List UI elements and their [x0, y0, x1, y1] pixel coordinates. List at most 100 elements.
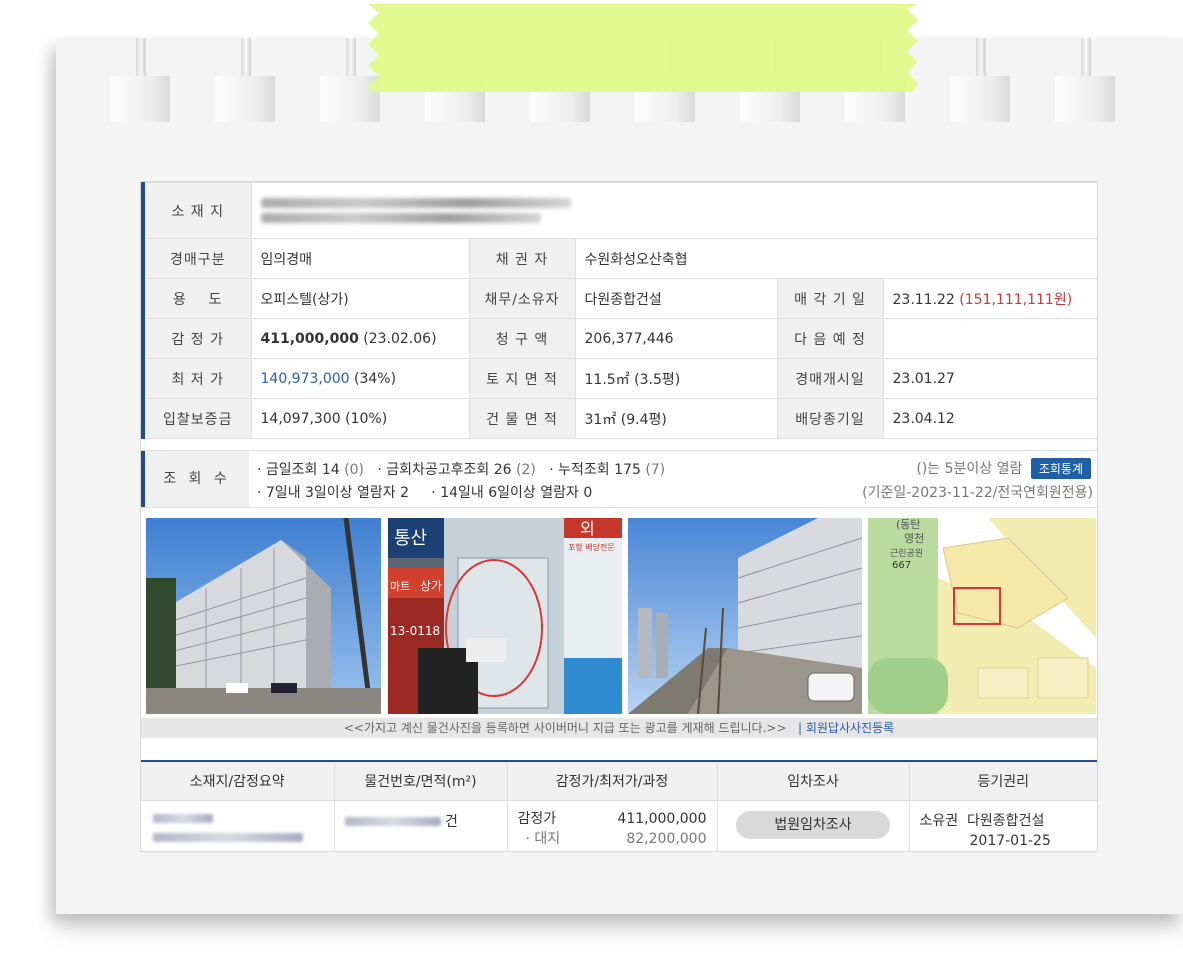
binder-ring — [320, 38, 380, 122]
price-process: 감정가 411,000,000 · 대지 82,200,000 — [507, 800, 718, 851]
next-schedule-label: 다 음 예 정 — [776, 318, 884, 359]
total-views-label: · 누적조회 — [549, 462, 610, 478]
views-label: 조 회 수 — [141, 451, 249, 507]
today-views-count: 14 — [321, 462, 340, 478]
sale-date: 23.11.22 — [892, 291, 955, 308]
sale-date-value: 23.11.22 (151,111,111원) — [882, 278, 1097, 319]
photo-building-front[interactable] — [146, 518, 381, 714]
register-photo-link[interactable]: | 회원답사사진등록 — [798, 721, 894, 735]
creditor-value: 수원화성오산축협 — [574, 238, 1097, 279]
photo-storefront[interactable]: 통산 상가 마트 13-0118 외 포항 배당전문 — [388, 518, 622, 714]
col-header-rights: 등기권리 — [909, 760, 1097, 801]
claim-value: 206,377,446 — [574, 318, 778, 359]
photo-notice-text: <<가지고 계신 물건사진을 등록하면 사이버머니 지급 또는 광고를 게재해 … — [343, 721, 787, 735]
deposit-value: 14,097,300 (10%) — [250, 398, 470, 439]
after-notice-views-sub: (2) — [516, 462, 536, 478]
min-price-ratio: (34%) — [354, 370, 397, 387]
min-price-value: 140,973,000 (34%) — [250, 358, 470, 399]
right-date: 2017-01-25 — [969, 833, 1051, 849]
building-area-label: 건 물 면 적 — [468, 398, 576, 439]
binder-ring — [950, 38, 1010, 122]
storefront-sign-3: 마트 — [390, 580, 410, 593]
sale-date-label: 매 각 기 일 — [776, 278, 884, 319]
views-note: ()는 5분이상 열람 — [916, 461, 1023, 477]
views-line-2: · 7일내 3일이상 열람자 2 · 14일내 6일이상 열람자 0 — [257, 482, 592, 502]
storefront-sign-1: 통산 — [394, 528, 427, 549]
start-date-label: 경매개시일 — [776, 358, 884, 399]
debtor-owner-value: 다원종합건설 — [574, 278, 778, 319]
claim-label: 청 구 액 — [468, 318, 576, 359]
lease-survey: 법원임차조사 — [717, 800, 910, 851]
map-label-1: (동탄 — [896, 518, 921, 531]
appraisal-amount: 411,000,000 — [260, 330, 359, 347]
today-views-sub: (0) — [344, 462, 364, 478]
location-value — [250, 182, 1097, 239]
col-header-location: 소재지/감정요약 — [141, 760, 335, 801]
masking-tape — [368, 4, 918, 92]
land-area-value: 11.5㎡ (3.5평) — [574, 358, 778, 399]
map-label-2: 영천 — [904, 531, 924, 545]
auction-type-value: 임의경매 — [250, 238, 470, 279]
appraisal-date: (23.02.06) — [363, 330, 437, 347]
location-summary — [141, 800, 335, 851]
photo-register-notice: <<가지고 계신 물건사진을 등록하면 사이버머니 지급 또는 광고를 게재해 … — [141, 718, 1097, 738]
item-number-area: 건 — [334, 800, 508, 851]
after-notice-views-label: · 금회차공고후조회 — [377, 462, 490, 478]
registry-rights: 소유권 다원종합건설 2017-01-25 — [909, 801, 1097, 852]
list-land-label: · 대지 — [525, 831, 561, 847]
views-line-1: · 금일조회 14 (0) · 금회차공고후조회 26 (2) · 누적조회 1… — [257, 459, 665, 479]
item-suffix: 건 — [444, 814, 458, 830]
min-price-label: 최 저 가 — [141, 358, 252, 399]
week-viewers-count: 2 — [400, 485, 410, 501]
min-price-amount: 140,973,000 — [260, 370, 350, 387]
property-info-table: 소 재 지 경매구분 임의경매 채 권 자 수원화성오산축협 용 도 오피스텔(… — [141, 182, 1097, 439]
sale-price: (151,111,111원) — [959, 291, 1073, 308]
col-header-lease: 임차조사 — [717, 760, 910, 801]
storefront-sign-6: 포항 배당전문 — [568, 542, 615, 552]
dividend-date-value: 23.04.12 — [882, 398, 1097, 439]
deposit-label: 입찰보증금 — [141, 398, 252, 439]
land-area-label: 토 지 면 적 — [468, 358, 576, 399]
views-basis: (기준일-2023-11-22/전국연회원전용) — [862, 485, 1093, 501]
building-area-value: 31㎡ (9.4평) — [574, 398, 778, 439]
property-photos: 통산 상가 마트 13-0118 외 포항 배당전문 (동탄 영천 근린공원 6… — [146, 518, 1096, 714]
list-appraisal-value: 411,000,000 — [617, 811, 707, 827]
court-lease-survey-button[interactable]: 법원임차조사 — [736, 811, 890, 839]
usage-label: 용 도 — [141, 278, 252, 319]
table-row: 건 감정가 411,000,000 · 대지 82,200,000 법원임차조사… — [141, 800, 1097, 852]
storefront-sign-2: 상가 — [420, 579, 442, 593]
creditor-label: 채 권 자 — [468, 238, 576, 279]
next-schedule-value — [882, 318, 1097, 359]
views-note-row: ()는 5분이상 열람 조회통계 — [916, 458, 1091, 479]
start-date-value: 23.01.27 — [882, 358, 1097, 399]
twoweek-viewers-label: · 14일내 6일이상 열람자 — [431, 485, 579, 501]
usage-value: 오피스텔(상가) — [250, 278, 470, 319]
view-stats-button[interactable]: 조회통계 — [1030, 458, 1091, 479]
photo-location-map[interactable]: (동탄 영천 근린공원 667 — [868, 518, 1096, 714]
storefront-sign-4: 13-0118 — [390, 624, 440, 638]
total-views-sub: (7) — [645, 462, 666, 478]
map-label-3: 근린공원 — [890, 548, 923, 559]
list-appraisal-label: 감정가 — [517, 811, 557, 827]
location-label: 소 재 지 — [141, 182, 252, 239]
dividend-date-label: 배당종기일 — [776, 398, 884, 439]
twoweek-viewers-count: 0 — [583, 485, 593, 501]
binder-ring — [1055, 38, 1115, 122]
binder-ring — [110, 38, 170, 122]
photo-street-view[interactable] — [628, 518, 862, 714]
debtor-owner-label: 채무/소유자 — [468, 278, 576, 319]
right-type: 소유권 — [919, 813, 959, 829]
auction-type-label: 경매구분 — [141, 238, 252, 279]
right-holder: 다원종합건설 — [967, 813, 1045, 829]
col-header-price: 감정가/최저가/과정 — [507, 760, 718, 801]
map-label-4: 667 — [892, 560, 911, 571]
total-views-count: 175 — [614, 462, 641, 478]
item-summary-table: 소재지/감정요약 물건번호/면적(m²) 감정가/최저가/과정 임차조사 등기권… — [141, 760, 1097, 852]
after-notice-views-count: 26 — [493, 462, 512, 478]
col-header-item-area: 물건번호/면적(m²) — [334, 760, 508, 801]
auction-card: 소 재 지 경매구분 임의경매 채 권 자 수원화성오산축협 용 도 오피스텔(… — [140, 181, 1098, 852]
binder-ring — [215, 38, 275, 122]
list-land-value: 82,200,000 — [626, 831, 707, 847]
view-count-section: 조 회 수 · 금일조회 14 (0) · 금회차공고후조회 26 (2) · … — [141, 450, 1097, 508]
appraisal-label: 감 정 가 — [141, 318, 252, 359]
